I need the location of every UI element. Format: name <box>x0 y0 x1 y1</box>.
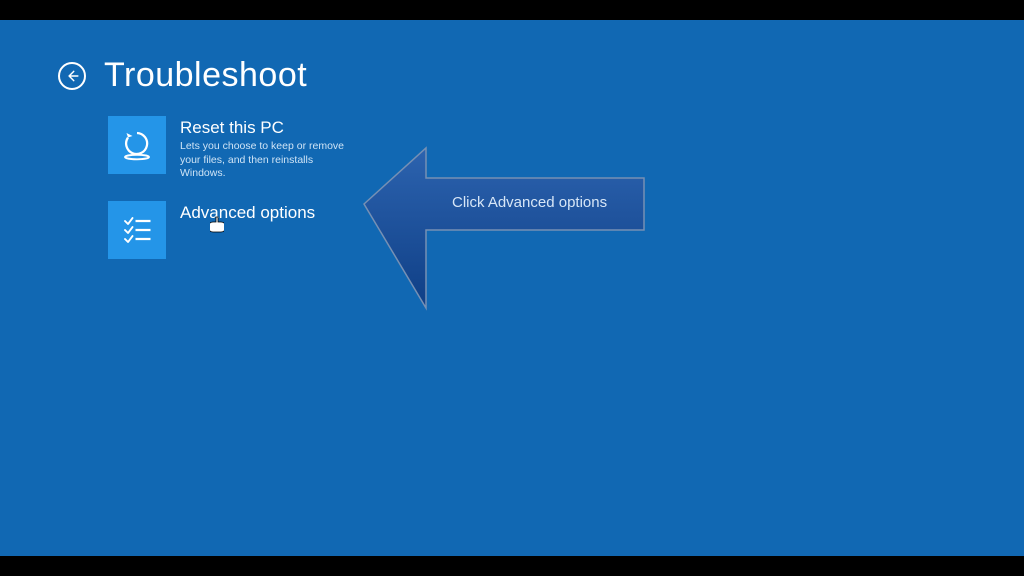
option-text: Reset this PC Lets you choose to keep or… <box>180 116 360 181</box>
back-arrow-icon <box>65 69 79 83</box>
header: Troubleshoot <box>58 56 307 95</box>
option-title: Advanced options <box>180 203 315 223</box>
options-list: Reset this PC Lets you choose to keep or… <box>108 116 388 279</box>
option-reset-pc[interactable]: Reset this PC Lets you choose to keep or… <box>108 116 388 181</box>
recovery-screen: Troubleshoot Reset this PC Lets you choo… <box>0 20 1024 556</box>
reset-icon <box>119 127 155 163</box>
page-title: Troubleshoot <box>104 56 307 95</box>
option-text: Advanced options <box>180 201 315 225</box>
option-description: Lets you choose to keep or remove your f… <box>180 140 360 181</box>
advanced-tile <box>108 201 166 259</box>
arrow-shape-icon <box>360 144 650 314</box>
callout-text: Click Advanced options <box>452 194 607 211</box>
option-title: Reset this PC <box>180 118 360 138</box>
option-advanced[interactable]: Advanced options <box>108 201 388 259</box>
checklist-icon <box>119 212 155 248</box>
back-button[interactable] <box>58 62 86 90</box>
instruction-callout: Click Advanced options <box>360 144 650 314</box>
mouse-cursor-icon <box>210 216 224 234</box>
reset-pc-tile <box>108 116 166 174</box>
